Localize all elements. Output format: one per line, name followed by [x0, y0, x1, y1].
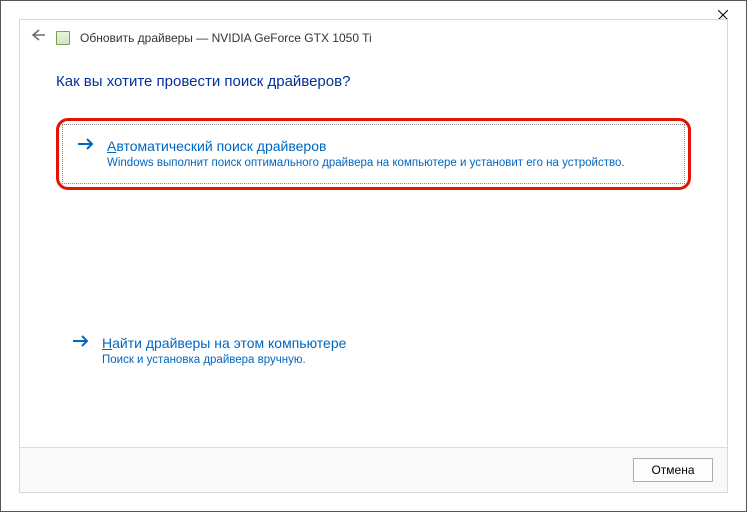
dialog-title: Обновить драйверы — NVIDIA GeForce GTX 1…	[80, 31, 372, 45]
arrow-right-icon	[72, 334, 90, 353]
dialog-content: Как вы хотите провести поиск драйверов? …	[20, 55, 727, 447]
highlighted-option-inner: Автоматический поиск драйверов Windows в…	[62, 124, 685, 184]
dialog-inner: Обновить драйверы — NVIDIA GeForce GTX 1…	[19, 19, 728, 493]
page-heading: Как вы хотите провести поиск драйверов?	[56, 73, 691, 90]
option-auto-desc: Windows выполнит поиск оптимального драй…	[107, 155, 670, 171]
option-browse-desc: Поиск и установка драйвера вручную.	[102, 352, 675, 368]
option-auto-title: Автоматический поиск драйверов	[107, 137, 670, 155]
option-auto-texts: Автоматический поиск драйверов Windows в…	[107, 137, 670, 171]
arrow-right-icon	[77, 137, 95, 156]
device-icon	[56, 31, 70, 45]
dialog-footer: Отмена	[20, 447, 727, 492]
back-button[interactable]	[30, 28, 46, 47]
cancel-button[interactable]: Отмена	[633, 458, 713, 482]
back-arrow-icon	[30, 28, 46, 42]
dialog-header: Обновить драйверы — NVIDIA GeForce GTX 1…	[20, 20, 727, 55]
option-browse-texts: Найти драйверы на этом компьютере Поиск …	[102, 334, 675, 368]
highlighted-option-frame: Автоматический поиск драйверов Windows в…	[56, 118, 691, 190]
option-browse-local[interactable]: Найти драйверы на этом компьютере Поиск …	[56, 320, 691, 382]
option-browse-title: Найти драйверы на этом компьютере	[102, 334, 675, 352]
dialog-window: Обновить драйверы — NVIDIA GeForce GTX 1…	[0, 0, 747, 512]
option-auto-search[interactable]: Автоматический поиск драйверов Windows в…	[63, 125, 684, 183]
